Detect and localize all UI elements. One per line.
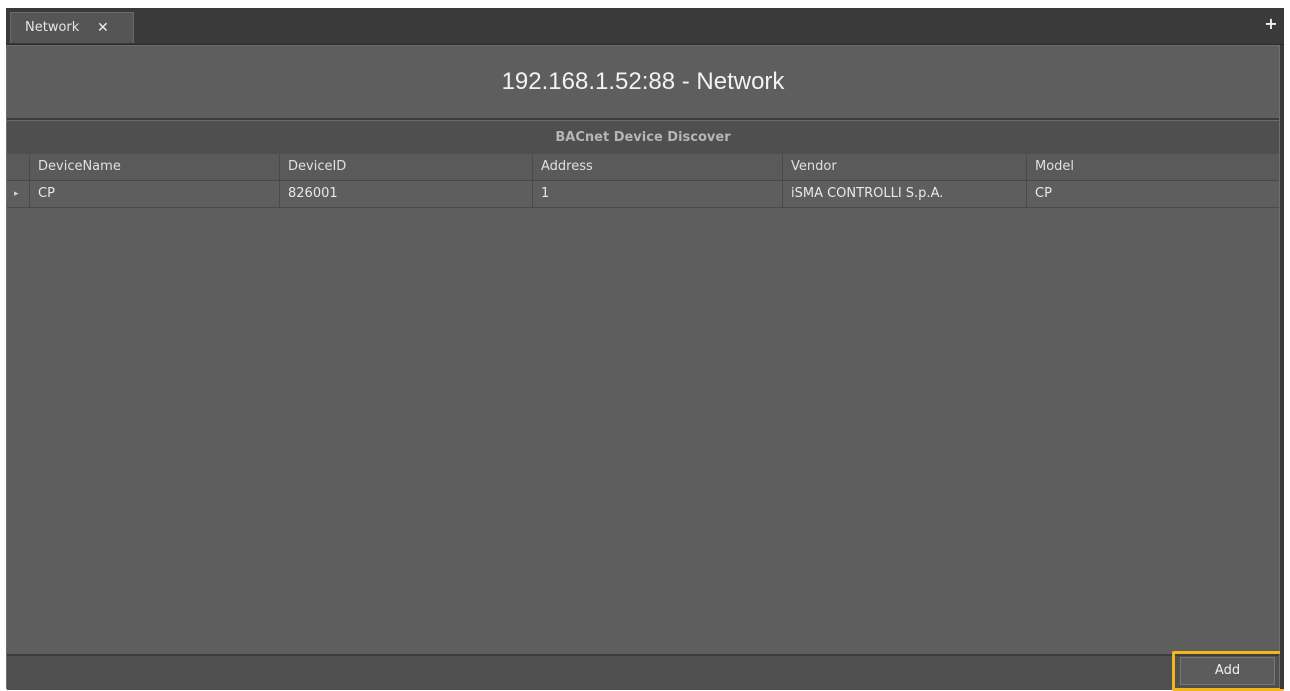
close-icon[interactable]: ✕ [97,13,109,43]
cell-address[interactable]: 1 [532,181,782,207]
header-indicator-cell [7,154,29,180]
column-header-devicename[interactable]: DeviceName [29,154,279,180]
network-panel: 192.168.1.52:88 - Network BACnet Device … [6,45,1284,691]
column-header-vendor[interactable]: Vendor [782,154,1026,180]
tab-strip: Network ✕ + [6,8,1284,45]
table-row[interactable]: ▸ CP 826001 1 iSMA CONTROLLI S.p.A. CP [7,181,1279,208]
row-indicator-icon: ▸ [14,189,19,199]
cell-vendor[interactable]: iSMA CONTROLLI S.p.A. [782,181,1026,207]
add-tab-icon[interactable]: + [1264,14,1278,34]
column-header-model[interactable]: Model [1026,154,1279,180]
column-header-deviceid[interactable]: DeviceID [279,154,532,180]
cell-deviceid[interactable]: 826001 [279,181,532,207]
column-header-address[interactable]: Address [532,154,782,180]
section-title: BACnet Device Discover [7,120,1279,155]
tab-label: Network [25,20,80,35]
page-title: 192.168.1.52:88 - Network [7,46,1279,120]
tab-network[interactable]: Network ✕ [10,12,134,43]
device-table: DeviceName DeviceID Address Vendor Model… [7,154,1279,208]
app-window: Network ✕ + 192.168.1.52:88 - Network BA… [6,8,1284,691]
table-header-row: DeviceName DeviceID Address Vendor Model [7,154,1279,181]
cell-devicename[interactable]: CP [29,181,279,207]
cell-model[interactable]: CP [1026,181,1279,207]
add-button[interactable]: Add [1180,657,1275,685]
right-edge [1280,45,1284,689]
footer-bar [7,654,1279,690]
